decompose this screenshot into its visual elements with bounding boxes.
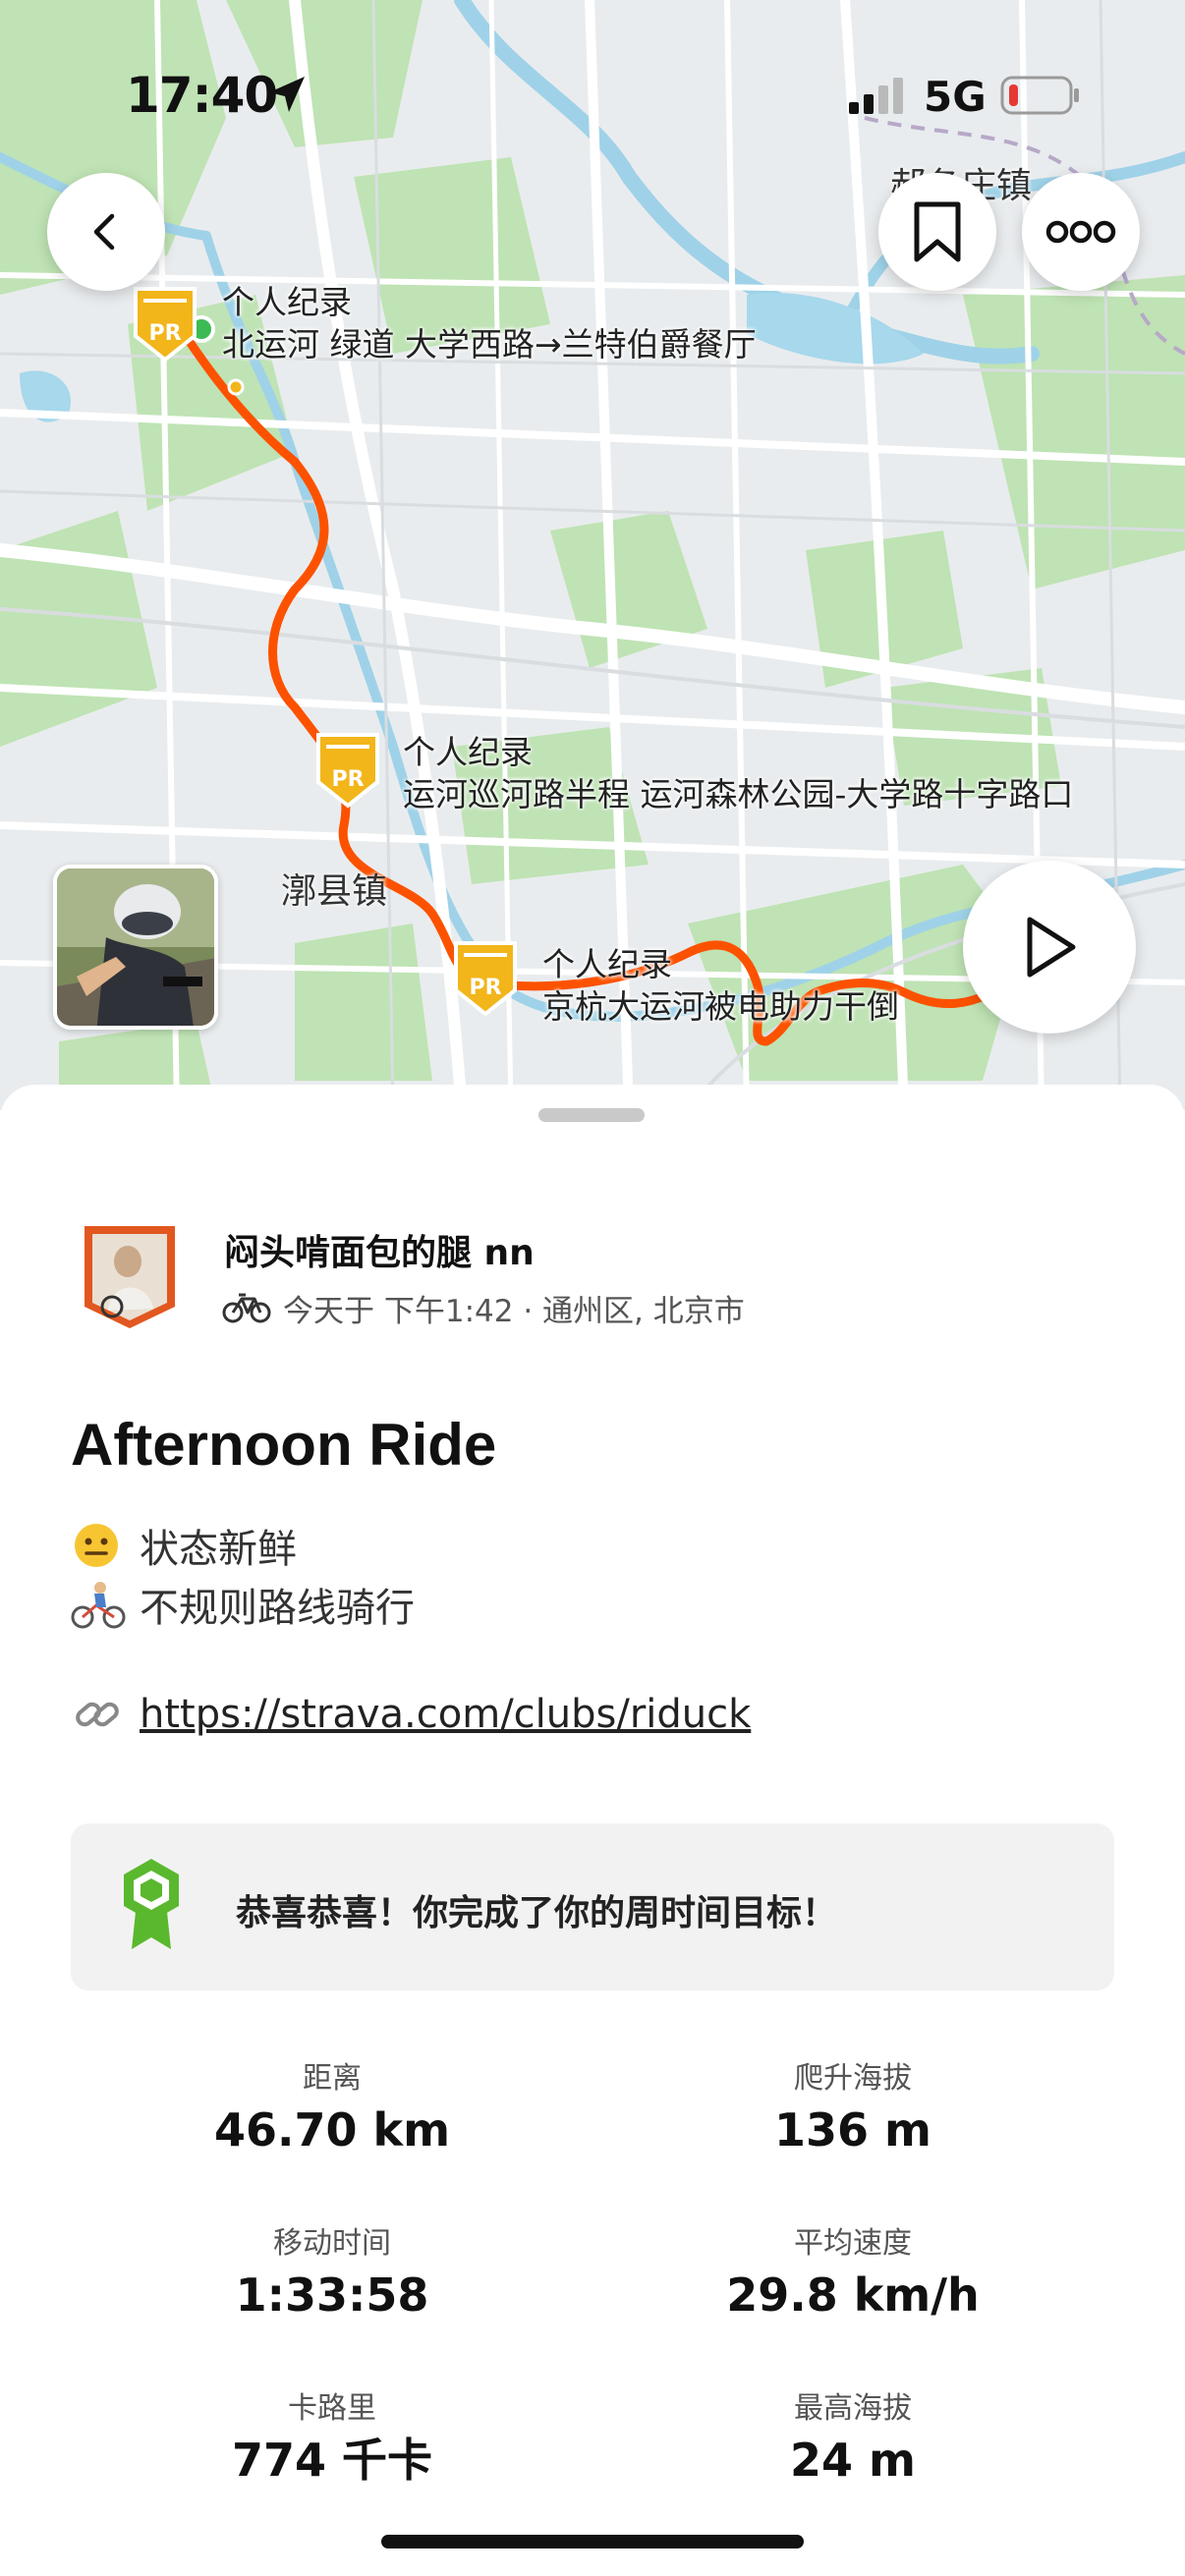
activity-date-location: 今天于 下午1:42 · 通州区, 北京市 bbox=[283, 1293, 745, 1329]
activity-photo-thumbnail[interactable] bbox=[53, 865, 218, 1030]
cyclist-emoji-icon bbox=[71, 1582, 126, 1629]
pr-label-1: 个人纪录 北运河 绿道 大学西路→兰特伯爵餐厅 bbox=[222, 281, 757, 365]
stat-avg-speed: 平均速度 29.8 km/h bbox=[627, 2222, 1079, 2324]
battery-low-icon bbox=[1000, 76, 1079, 115]
stat-label: 平均速度 bbox=[794, 2226, 912, 2261]
club-link[interactable]: https://strava.com/clubs/riduck bbox=[71, 1690, 751, 1739]
bookmark-icon bbox=[914, 201, 961, 262]
stat-moving-time: 移动时间 1:33:58 bbox=[106, 2222, 558, 2324]
home-indicator[interactable] bbox=[381, 2535, 804, 2548]
stat-elevation-gain: 爬升海拔 136 m bbox=[627, 2057, 1079, 2159]
stat-calories: 卡路里 774 千卡 bbox=[106, 2387, 558, 2490]
pr-badge-icon[interactable]: PR bbox=[312, 731, 383, 810]
activity-detail-sheet[interactable]: 闷头啃面包的腿 nn 今天于 下午1:42 · 通州区, 北京市 Afterno… bbox=[0, 1085, 1185, 2576]
stat-label: 最高海拔 bbox=[794, 2391, 912, 2426]
activity-meta: 今天于 下午1:42 · 通州区, 北京市 bbox=[222, 1285, 745, 1330]
cellular-signal-icon bbox=[849, 78, 903, 114]
stat-value: 29.8 km/h bbox=[726, 2268, 980, 2322]
stat-value: 136 m bbox=[774, 2103, 931, 2156]
description-text: 状态新鲜 bbox=[140, 1527, 297, 1572]
goal-message: 恭喜恭喜！你完成了你的周时间目标！ bbox=[236, 1893, 838, 1933]
weekly-goal-card[interactable]: 恭喜恭喜！你完成了你的周时间目标！ bbox=[71, 1823, 1114, 1990]
stat-max-elevation: 最高海拔 24 m bbox=[627, 2387, 1079, 2490]
stat-distance: 距离 46.70 km bbox=[106, 2057, 558, 2159]
pr-title: 个人纪录 bbox=[222, 283, 352, 321]
pr-segment-name: 运河巡河路半程 运河森林公园-大学路十字路口 bbox=[403, 775, 1074, 813]
stat-label: 距离 bbox=[303, 2061, 362, 2096]
stat-label: 卡路里 bbox=[288, 2391, 376, 2426]
play-icon bbox=[1027, 917, 1076, 978]
bookmark-button[interactable] bbox=[878, 173, 996, 291]
link-icon bbox=[76, 1702, 119, 1727]
network-type: 5G bbox=[924, 73, 987, 121]
description-line: 状态新鲜 bbox=[71, 1517, 297, 1574]
stat-value: 24 m bbox=[790, 2434, 916, 2487]
stat-label: 移动时间 bbox=[273, 2226, 391, 2261]
location-arrow-icon bbox=[269, 77, 305, 112]
svg-text:PR: PR bbox=[469, 976, 501, 1000]
map-town-label: 漷县镇 bbox=[281, 871, 388, 912]
stat-label: 爬升海拔 bbox=[794, 2061, 912, 2096]
status-time: 17:40 bbox=[126, 67, 278, 124]
pr-title: 个人纪录 bbox=[542, 945, 672, 983]
pr-label-3: 个人纪录 京杭大运河被电助力干倒 bbox=[542, 943, 899, 1028]
pr-segment-name: 京杭大运河被电助力干倒 bbox=[542, 987, 899, 1026]
club-link-url[interactable]: https://strava.com/clubs/riduck bbox=[140, 1692, 751, 1737]
pr-title: 个人纪录 bbox=[403, 733, 533, 771]
stat-value: 46.70 km bbox=[213, 2103, 451, 2156]
flyover-play-button[interactable] bbox=[963, 861, 1136, 1034]
neutral-face-emoji-icon bbox=[75, 1524, 118, 1567]
back-button[interactable] bbox=[47, 173, 165, 291]
chevron-left-icon bbox=[93, 213, 115, 251]
pr-segment-name: 北运河 绿道 大学西路→兰特伯爵餐厅 bbox=[222, 325, 757, 364]
description-line: 不规则路线骑行 bbox=[71, 1576, 415, 1633]
route-map[interactable]: 17:40 5G PR 个人纪录 北运河 绿道 大学西路→兰特伯爵餐厅 PR 个… bbox=[0, 0, 1185, 1110]
description-text: 不规则路线骑行 bbox=[140, 1586, 415, 1631]
more-options-button[interactable] bbox=[1022, 173, 1140, 291]
more-dots-icon bbox=[1045, 220, 1116, 244]
pr-label-2: 个人纪录 运河巡河路半程 运河森林公园-大学路十字路口 bbox=[403, 731, 1073, 815]
athlete-avatar[interactable] bbox=[79, 1222, 181, 1332]
svg-text:PR: PR bbox=[148, 321, 181, 346]
activity-title: Afternoon Ride bbox=[71, 1412, 497, 1478]
bike-icon bbox=[222, 1293, 271, 1323]
stat-value: 774 千卡 bbox=[231, 2434, 433, 2487]
stat-value: 1:33:58 bbox=[235, 2268, 429, 2322]
pr-badge-icon[interactable]: PR bbox=[450, 939, 521, 1018]
athlete-name[interactable]: 闷头啃面包的腿 nn bbox=[224, 1224, 535, 1275]
goal-achieved-icon bbox=[124, 1859, 179, 1949]
svg-text:PR: PR bbox=[331, 767, 364, 792]
sheet-drag-handle[interactable] bbox=[538, 1108, 645, 1122]
pr-badge-icon[interactable]: PR bbox=[130, 285, 200, 364]
